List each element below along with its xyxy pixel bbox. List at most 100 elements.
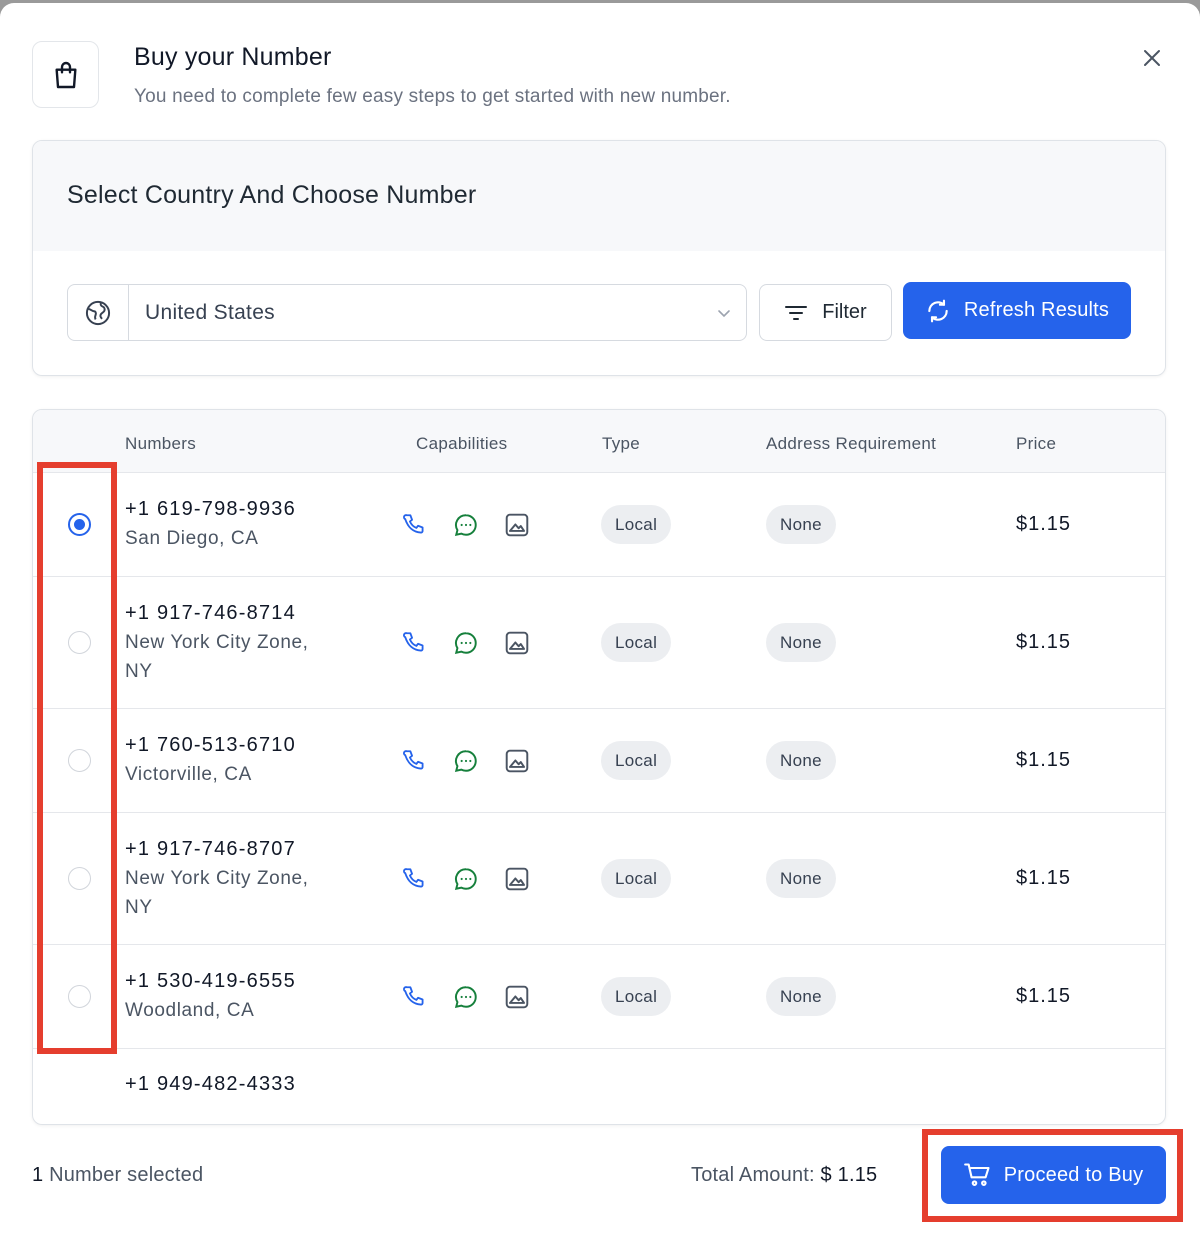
table-row[interactable]: +1 949-482-4333 [33,1049,1165,1119]
globe-icon [85,300,111,325]
refresh-icon [928,299,948,322]
cart-icon [963,1163,990,1186]
phone-number: +1 917-746-8707 [125,838,296,860]
address-badge: None [766,505,836,544]
row-radio[interactable] [68,985,91,1008]
phone-icon [403,750,424,770]
image-icon [505,631,529,655]
filter-label: Filter [822,301,867,323]
type-badge: Local [601,505,672,544]
voice-capability [401,511,429,539]
column-header-price: Price [1016,434,1057,453]
voice-capability [401,629,429,657]
phone-icon [403,986,424,1006]
shopping-bag-icon [54,61,77,88]
country-select[interactable]: United States [67,284,747,341]
number-location: New York City Zone, NY [125,632,309,682]
number-location: Victorville, CA [125,764,252,785]
sms-capability [452,747,480,775]
chat-bubble-icon [454,514,477,537]
total-value: $ 1.15 [820,1164,878,1186]
total-amount: Total Amount: $ 1.15 [691,1164,877,1187]
sms-capability [452,983,480,1011]
chat-bubble-icon [454,632,477,655]
row-radio[interactable] [68,513,91,536]
row-radio[interactable] [68,749,91,772]
phone-number: +1 917-746-8714 [125,602,296,624]
total-label: Total Amount: [691,1164,821,1186]
address-badge: None [766,977,836,1016]
voice-capability [401,983,429,1011]
selected-text: Number selected [43,1164,204,1186]
phone-icon [403,868,424,888]
chat-bubble-icon [454,750,477,773]
number-location: San Diego, CA [125,528,259,549]
type-badge: Local [601,623,672,662]
table-body: +1 619-798-9936 San Diego, CA Local None $1.… [33,473,1165,1119]
type-badge: Local [601,741,672,780]
table-row[interactable]: +1 530-419-6555 Woodland, CA Local None $1.1… [33,945,1165,1049]
column-header-type: Type [602,434,641,453]
sms-capability [452,629,480,657]
panel-title: Select Country And Choose Number [33,141,1165,251]
filter-lines-icon [785,305,808,320]
table-row[interactable]: +1 760-513-6710 Victorville, CA Local None $… [33,709,1165,813]
phone-number: +1 530-419-6555 [125,970,296,992]
sms-capability [452,865,480,893]
phone-number: +1 949-482-4333 [125,1073,296,1095]
image-icon [505,749,529,773]
dropdown-toggle[interactable] [702,305,746,321]
sms-capability [452,511,480,539]
table-row[interactable]: +1 917-746-8707 New York City Zone, NY Loc… [33,813,1165,945]
column-header-address: Address Requirement [766,434,937,453]
selection-summary: 1 Number selected [32,1164,203,1187]
image-icon [505,513,529,537]
chat-bubble-icon [454,868,477,891]
type-badge: Local [601,977,672,1016]
globe-cell [68,285,129,340]
table-row[interactable]: +1 619-798-9936 San Diego, CA Local None $1.… [33,473,1165,577]
mms-capability [503,983,531,1011]
table-header: Numbers Capabilities Type Address Requir… [33,410,1165,473]
voice-capability [401,865,429,893]
address-badge: None [766,741,836,780]
modal-subtitle: You need to complete few easy steps to g… [134,86,731,107]
mms-capability [503,865,531,893]
mms-capability [503,747,531,775]
phone-number: +1 760-513-6710 [125,734,296,756]
image-icon [505,985,529,1009]
proceed-to-buy-button[interactable]: Proceed to Buy [941,1146,1166,1204]
price: $1.15 [1016,513,1072,535]
close-icon [1144,50,1160,66]
price: $1.15 [1016,985,1072,1007]
table-row[interactable]: +1 917-746-8714 New York City Zone, NY Loc… [33,577,1165,709]
address-badge: None [766,623,836,662]
chat-bubble-icon [454,986,477,1009]
voice-capability [401,747,429,775]
type-badge: Local [601,859,672,898]
phone-number: +1 619-798-9936 [125,498,296,520]
row-radio[interactable] [68,631,91,654]
modal-title: Buy your Number [134,43,332,71]
price: $1.15 [1016,631,1072,653]
filter-button[interactable]: Filter [759,284,892,341]
country-panel: Select Country And Choose Number United … [32,140,1166,376]
image-icon [505,867,529,891]
row-radio[interactable] [68,867,91,890]
mms-capability [503,511,531,539]
refresh-results-button[interactable]: Refresh Results [903,282,1131,339]
column-header-numbers: Numbers [125,434,197,453]
chevron-down-icon [718,309,730,317]
price: $1.15 [1016,749,1072,771]
header-icon-box [32,41,99,108]
refresh-label: Refresh Results [963,299,1110,321]
close-button[interactable] [1137,43,1167,73]
number-location: New York City Zone, NY [125,868,309,918]
phone-icon [403,514,424,534]
address-badge: None [766,859,836,898]
buy-number-modal: Buy your Number You need to complete few… [0,3,1200,1236]
buy-label: Proceed to Buy [1003,1163,1144,1186]
selected-count: 1 [32,1164,44,1186]
phone-icon [403,632,424,652]
numbers-table: Numbers Capabilities Type Address Requir… [32,409,1166,1125]
